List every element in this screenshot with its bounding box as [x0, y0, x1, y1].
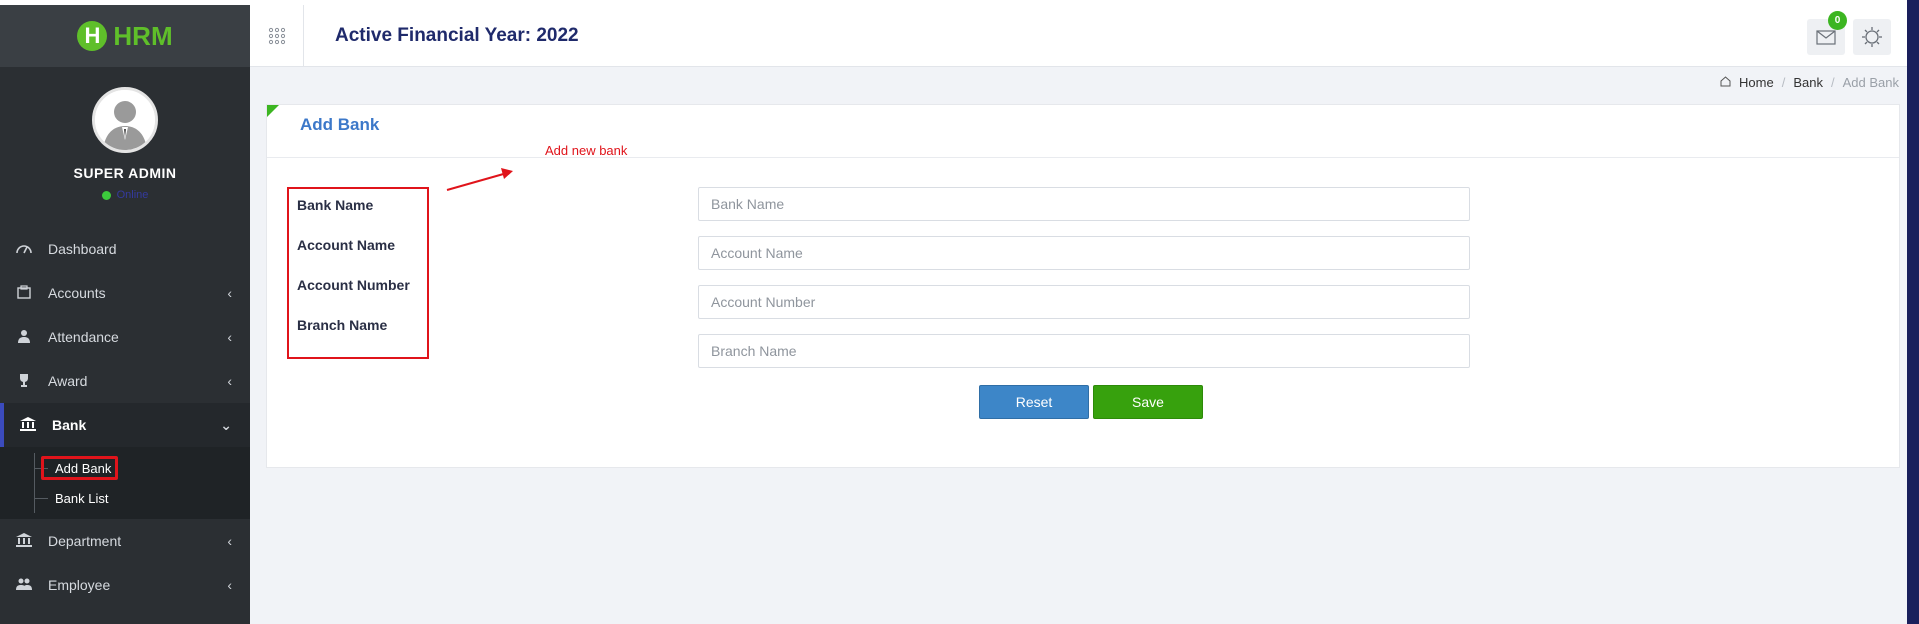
avatar[interactable]	[92, 87, 158, 153]
bank-submenu: Add Bank Bank List	[0, 447, 250, 519]
chevron-left-icon: ‹	[227, 285, 232, 301]
dashboard-icon	[14, 241, 34, 257]
submenu-tick	[34, 498, 48, 499]
logo-bar: H HRM	[0, 5, 250, 67]
breadcrumb-separator: /	[1831, 75, 1835, 90]
sidebar-item-department[interactable]: Department ‹	[0, 519, 250, 563]
sidebar-item-label: Bank	[52, 417, 87, 433]
logo-text: HRM	[113, 20, 173, 51]
chevron-left-icon: ‹	[227, 329, 232, 345]
breadcrumb-bank[interactable]: Bank	[1793, 75, 1823, 90]
card-title: Add Bank	[300, 115, 380, 134]
sidebar-item-dashboard[interactable]: Dashboard	[0, 227, 250, 271]
online-status-dot-icon	[101, 190, 111, 200]
breadcrumb-separator: /	[1781, 75, 1786, 90]
gear-icon	[1862, 27, 1882, 47]
branch-name-label: Branch Name	[297, 317, 388, 333]
save-button[interactable]: Save	[1093, 385, 1203, 419]
sidebar-menu: Dashboard Accounts ‹ Attendance ‹ Award …	[0, 227, 250, 607]
breadcrumb-current: Add Bank	[1842, 75, 1899, 90]
chevron-left-icon: ‹	[227, 577, 232, 593]
status-text: Online	[116, 189, 149, 201]
account-name-input[interactable]	[698, 236, 1470, 270]
app-logo[interactable]: H HRM	[77, 20, 173, 52]
notification-count-badge: 0	[1828, 11, 1847, 30]
account-number-label: Account Number	[297, 277, 410, 293]
submenu-label: Bank List	[55, 490, 109, 506]
user-icon	[14, 329, 34, 346]
chevron-down-icon: ⌄	[220, 416, 232, 433]
briefcase-icon	[14, 284, 34, 302]
bank-name-label: Bank Name	[297, 197, 374, 213]
card-corner-accent	[267, 105, 279, 117]
sidebar-item-label: Accounts	[48, 285, 106, 301]
annotation-text: Add new bank	[545, 143, 628, 158]
card-divider	[267, 157, 1899, 158]
trophy-icon	[14, 373, 34, 390]
window-frame-edge	[1907, 0, 1919, 624]
grid-icon	[268, 27, 285, 45]
mail-icon	[1816, 29, 1836, 45]
sidebar-item-label: Attendance	[48, 329, 119, 345]
top-header: Active Financial Year: 2022 0	[250, 5, 1907, 67]
user-silhouette-icon	[95, 90, 155, 150]
user-profile: SUPER ADMIN Online	[0, 67, 250, 227]
breadcrumb-home[interactable]: Home	[1739, 75, 1774, 90]
chevron-left-icon: ‹	[227, 533, 232, 549]
page-title: Active Financial Year: 2022	[335, 25, 579, 46]
sidebar-item-accounts[interactable]: Accounts ‹	[0, 271, 250, 315]
bank-name-input[interactable]	[698, 187, 1470, 221]
breadcrumb: Home / Bank / Add Bank	[1720, 75, 1899, 90]
sidebar-item-label: Department	[48, 533, 122, 549]
chevron-left-icon: ‹	[227, 373, 232, 389]
add-bank-card: Add Bank Add new bank Bank Name Account …	[266, 104, 1900, 468]
reset-button[interactable]: Reset	[979, 385, 1089, 419]
users-icon	[14, 577, 34, 594]
branch-name-input[interactable]	[698, 334, 1470, 368]
bank-icon	[14, 532, 34, 550]
home-icon	[1720, 75, 1731, 90]
sidebar-item-bank[interactable]: Bank ⌄	[0, 403, 250, 447]
apps-grid-button[interactable]	[250, 5, 304, 67]
username: SUPER ADMIN	[73, 165, 177, 181]
sidebar: H HRM SUPER ADMIN Online Dashboard Accou…	[0, 5, 250, 624]
sidebar-item-employee[interactable]: Employee ‹	[0, 563, 250, 607]
sidebar-item-label: Employee	[48, 577, 111, 593]
sidebar-item-label: Dashboard	[48, 241, 117, 257]
user-status: Online	[101, 189, 149, 201]
settings-button[interactable]	[1853, 19, 1891, 55]
logo-mark: H	[77, 21, 108, 51]
account-number-input[interactable]	[698, 285, 1470, 319]
submenu-item-add-bank[interactable]: Add Bank	[0, 453, 250, 483]
annotation-highlight-box	[41, 456, 118, 480]
submenu-item-bank-list[interactable]: Bank List	[0, 483, 250, 513]
sidebar-item-attendance[interactable]: Attendance ‹	[0, 315, 250, 359]
account-name-label: Account Name	[297, 237, 396, 253]
annotation-arrow-icon	[446, 168, 513, 191]
sidebar-item-label: Award	[48, 373, 88, 389]
sidebar-item-award[interactable]: Award ‹	[0, 359, 250, 403]
bank-icon	[18, 416, 38, 434]
